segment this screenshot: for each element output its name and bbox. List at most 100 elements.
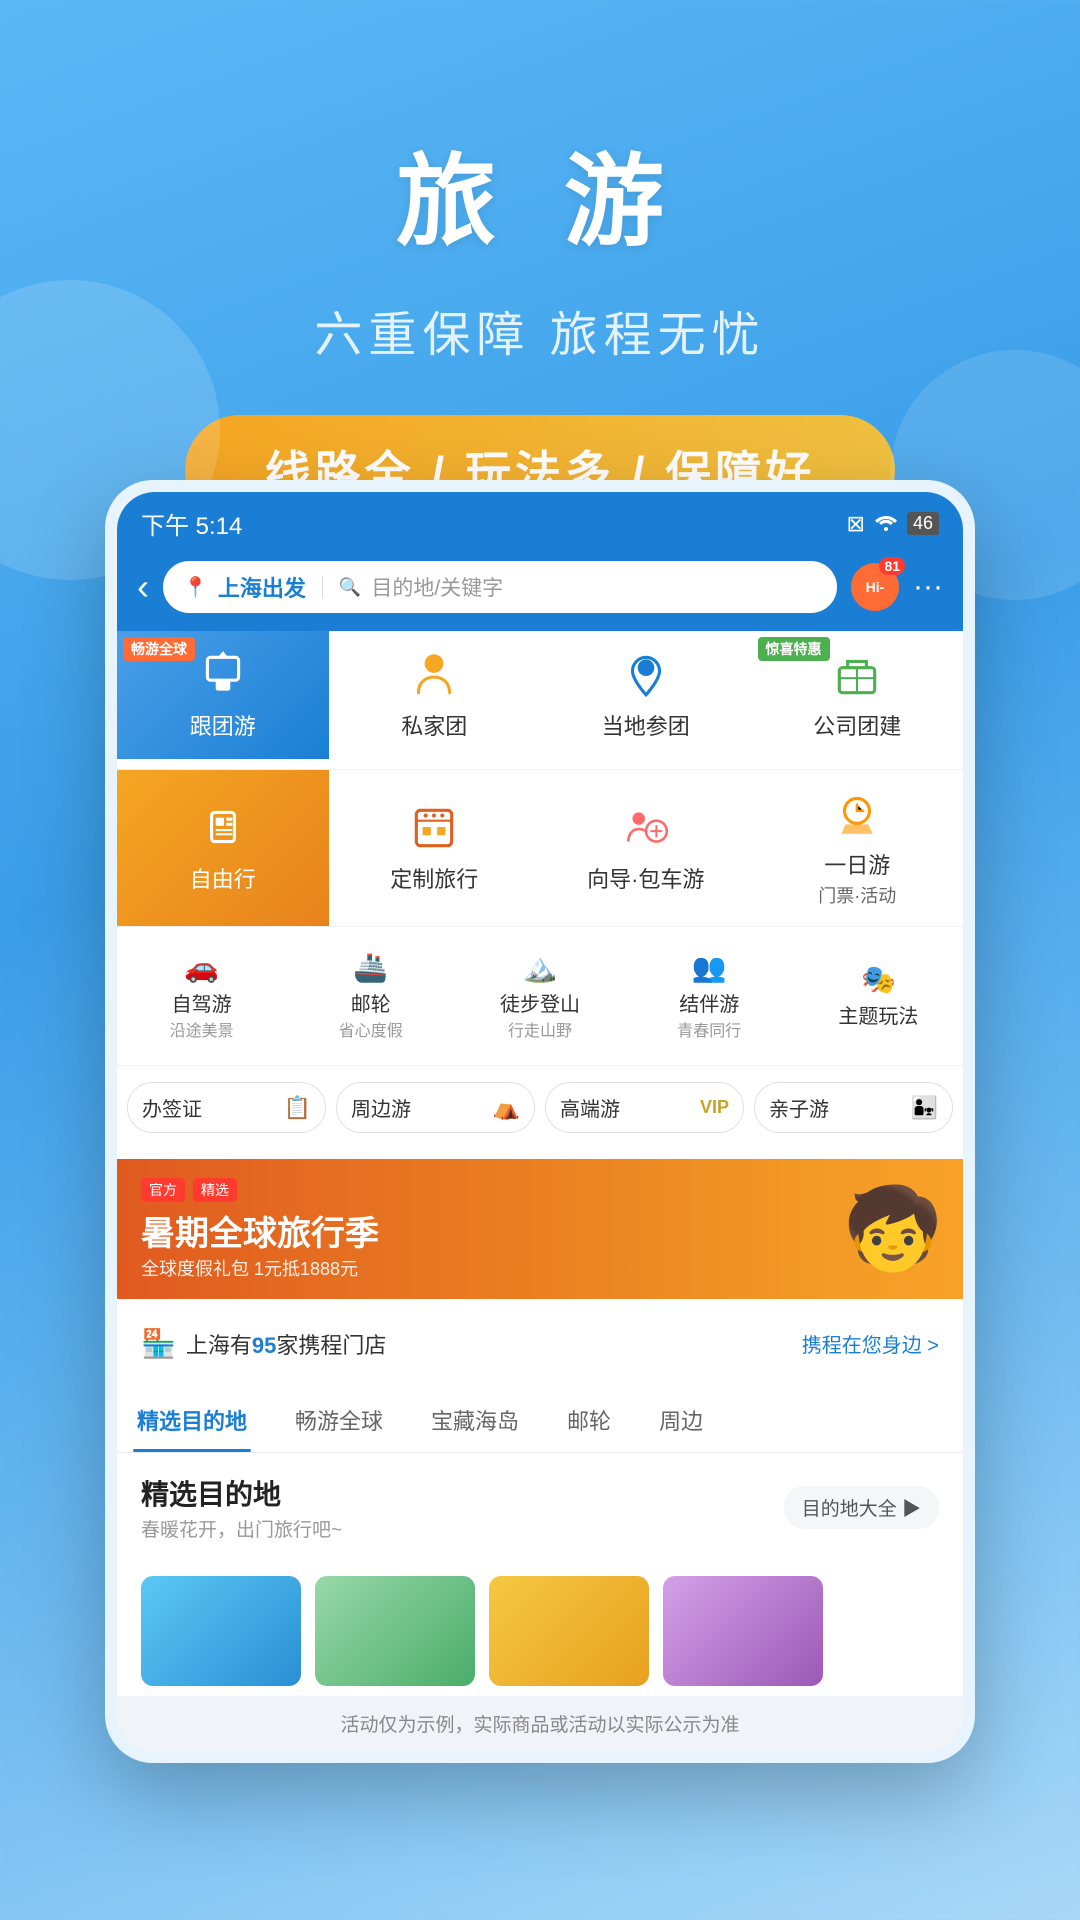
banner-subtitle: 全球度假礼包 1元抵1888元 [141,1255,379,1281]
cat-label-custom-tour: 定制旅行 [390,862,478,894]
cat-small-label-hiking: 徒步登山 [500,988,580,1017]
location-pin-icon: 📍 [183,575,208,600]
cat-small-label-companion: 结伴游 [679,988,739,1017]
dest-header: 精选目的地 春暖花开，出门旅行吧~ 目的地大全 ▶ [141,1473,939,1542]
service-tag-luxury[interactable]: 高端游 VIP [545,1082,744,1133]
notification-badge: 81 [879,557,905,575]
theme-icon: 🎭 [861,963,896,996]
status-time: 下午 5:14 [141,506,242,541]
phone-mockup: 下午 5:14 ⊠ 46 ‹ 📍 [105,480,975,1763]
cat-cruise[interactable]: 🚢 邮轮 省心度假 [286,943,455,1049]
more-button[interactable]: ··· [913,570,943,604]
cat-custom-tour[interactable]: 定制旅行 [329,770,541,926]
search-origin: 上海出发 [218,571,306,603]
cat-label-local-tour: 当地参团 [602,709,690,741]
dest-card-4[interactable] [663,1576,823,1686]
wifi-icon [875,511,897,537]
banner-tag2: 精选 [193,1178,237,1202]
cat-small-sublabel-cruise: 省心度假 [339,1017,403,1041]
cat-small-sublabel-companion: 青春同行 [677,1017,741,1041]
companion-icon: 👥 [692,951,727,984]
service-tag-label-nearby: 周边游 [351,1093,411,1122]
day-tour-icon [831,788,883,840]
category-grid-row2: 自由行 定制旅行 [117,769,963,926]
cat-free-tour[interactable]: 自由行 [117,770,329,926]
service-tags-row: 办签证 📋 周边游 ⛺ 高端游 VIP 亲子游 👨‍👧 [117,1065,963,1149]
cat-sublabel-day-tour: 门票·活动 [818,882,896,908]
nearby-icon: ⛺ [493,1095,520,1121]
hero-title: 旅 游 [0,120,1080,265]
guide-tour-icon [620,802,672,854]
dest-more-button[interactable]: 目的地大全 ▶ [784,1486,939,1529]
service-tag-label-visa: 办签证 [142,1093,202,1122]
store-left: 🏪 上海有95家携程门店 [141,1327,386,1360]
cat-group-tour[interactable]: 畅游全球 跟团游 [117,631,329,759]
category-grid-row1: 畅游全球 跟团游 [117,631,963,759]
tab-selected-dest[interactable]: 精选目的地 [133,1388,251,1452]
cat-day-tour[interactable]: 一日游 门票·活动 [752,770,964,926]
free-tour-icon [197,802,249,854]
bottom-disclaimer: 活动仅为示例，实际商品或活动以实际公示为准 [117,1696,963,1751]
status-bar: 下午 5:14 ⊠ 46 [117,492,963,549]
dest-card-1[interactable] [141,1576,301,1686]
battery-icon: 46 [907,512,939,535]
tab-cruise[interactable]: 邮轮 [563,1388,615,1452]
promo-banner[interactable]: 官方 精选 暑期全球旅行季 全球度假礼包 1元抵1888元 🧒 [117,1159,963,1299]
dest-card-2[interactable] [315,1576,475,1686]
cat-companion[interactable]: 👥 结伴游 青春同行 [625,943,794,1049]
status-icons: ⊠ 46 [847,511,939,537]
cat-small-label-self-drive: 自驾游 [172,988,232,1017]
cat-theme[interactable]: 🎭 主题玩法 [794,943,963,1049]
banner-text: 官方 精选 暑期全球旅行季 全球度假礼包 1元抵1888元 [141,1178,379,1281]
cat-small-sublabel-hiking: 行走山野 [508,1017,572,1041]
phone-inner: 下午 5:14 ⊠ 46 ‹ 📍 [117,492,963,1751]
cat-badge-company-tour: 惊喜特惠 [758,637,830,661]
cat-local-tour[interactable]: 当地参团 [540,631,752,759]
cat-small-label-theme: 主题玩法 [838,1000,918,1029]
cat-private-tour[interactable]: 私家团 [329,631,541,759]
cat-label-day-tour: 一日游 [818,848,896,880]
cat-hiking[interactable]: 🏔️ 徒步登山 行走山野 [455,943,624,1049]
dest-info: 精选目的地 春暖花开，出门旅行吧~ [141,1473,342,1542]
tab-island[interactable]: 宝藏海岛 [427,1388,523,1452]
hi-label: Hi- [866,579,885,595]
dest-title: 精选目的地 [141,1473,342,1513]
cat-label-free-tour: 自由行 [190,862,256,894]
nav-avatar[interactable]: Hi- 81 [851,563,899,611]
cat-label-group-tour: 跟团游 [190,709,256,741]
cat-label-company-tour: 公司团建 [813,709,901,741]
local-tour-icon [620,649,672,701]
tabs-row: 精选目的地 畅游全球 宝藏海岛 邮轮 周边 [117,1388,963,1453]
store-icon: 🏪 [141,1327,176,1360]
back-button[interactable]: ‹ [137,566,149,608]
cat-self-drive[interactable]: 🚗 自驾游 沿途美景 [117,943,286,1049]
visa-icon: 📋 [284,1095,311,1121]
custom-tour-icon [408,802,460,854]
dest-card-3[interactable] [489,1576,649,1686]
service-tag-visa[interactable]: 办签证 📋 [127,1082,326,1133]
cruise-icon: 🚢 [353,951,388,984]
vip-icon: VIP [700,1097,729,1118]
search-placeholder: 目的地/关键字 [371,572,503,602]
cat-label-guide-tour: 向导·包车游 [587,862,704,894]
cat-company-tour[interactable]: 惊喜特惠 公司团建 [752,631,964,759]
tab-world-tour[interactable]: 畅游全球 [291,1388,387,1452]
search-divider [322,576,323,598]
category-small-row: 🚗 自驾游 沿途美景 🚢 邮轮 省心度假 🏔️ 徒步登山 行走山野 👥 结伴游 [117,926,963,1065]
service-tag-label-family: 亲子游 [769,1093,829,1122]
hero-subtitle: 六重保障 旅程无忧 [0,295,1080,365]
family-icon: 👨‍👧 [911,1095,938,1121]
store-link[interactable]: 携程在您身边 > [802,1329,939,1358]
cat-guide-tour[interactable]: 向导·包车游 [540,770,752,926]
banner-tag1: 官方 [141,1178,185,1202]
dest-subtitle: 春暖花开，出门旅行吧~ [141,1515,342,1542]
search-bar[interactable]: 📍 上海出发 🔍 目的地/关键字 [163,561,837,613]
banner-illustration: 🧒 [843,1182,943,1276]
service-tag-nearby[interactable]: 周边游 ⛺ [336,1082,535,1133]
cat-small-sublabel-self-drive: 沿途美景 [170,1017,234,1041]
store-text: 上海有95家携程门店 [186,1328,387,1360]
service-tag-family[interactable]: 亲子游 👨‍👧 [754,1082,953,1133]
group-tour-icon [197,649,249,701]
store-info: 🏪 上海有95家携程门店 携程在您身边 > [117,1309,963,1378]
tab-nearby[interactable]: 周边 [655,1388,707,1452]
